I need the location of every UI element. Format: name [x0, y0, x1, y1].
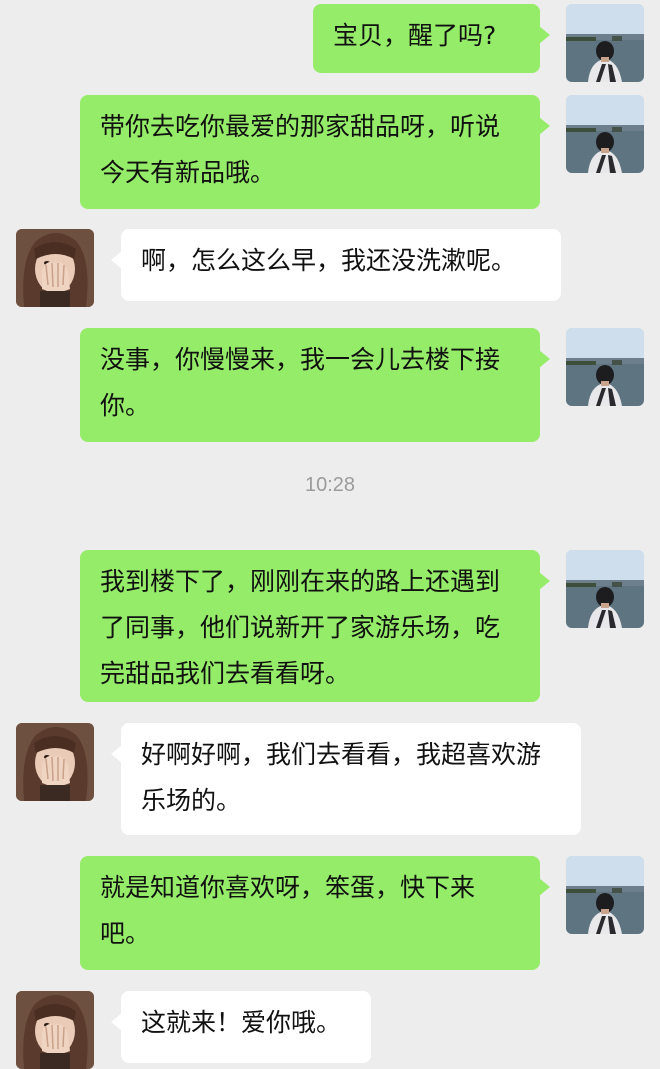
message-text: 没事，你慢慢来，我一会儿去楼下接你。 — [100, 345, 501, 420]
my-avatar-icon[interactable] — [566, 550, 644, 628]
her-avatar-icon[interactable] — [16, 991, 94, 1069]
message-bubble[interactable]: 好啊好啊，我们去看看，我超喜欢游乐场的。 — [111, 723, 581, 835]
message-text: 我到楼下了，刚刚在来的路上还遇到了同事，他们说新开了家游乐场，吃完甜品我们去看看… — [100, 567, 501, 688]
message-text: 就是知道你喜欢呀，笨蛋，快下来吧。 — [100, 873, 476, 948]
her-avatar-icon[interactable] — [16, 723, 94, 801]
chat-window: 宝贝，醒了吗? 带你去吃你最爱的那家甜品呀，听说今天有新品哦。 啊，怎么这么早，… — [0, 0, 660, 1069]
message-bubble[interactable]: 宝贝，醒了吗? — [313, 4, 550, 73]
message-bubble[interactable]: 就是知道你喜欢呀，笨蛋，快下来吧。 — [80, 856, 550, 970]
my-avatar-icon[interactable] — [566, 856, 644, 934]
her-avatar-icon[interactable] — [16, 229, 94, 307]
message-text: 这就来！爱你哦。 — [141, 1008, 342, 1037]
message-text: 啊，怎么这么早，我还没洗漱呢。 — [141, 246, 517, 275]
my-avatar-icon[interactable] — [566, 95, 644, 173]
my-avatar-icon[interactable] — [566, 328, 644, 406]
my-avatar-icon[interactable] — [566, 4, 644, 82]
message-bubble[interactable]: 这就来！爱你哦。 — [111, 991, 371, 1063]
message-text: 宝贝，醒了吗? — [333, 21, 497, 50]
message-bubble[interactable]: 带你去吃你最爱的那家甜品呀，听说今天有新品哦。 — [80, 95, 550, 209]
message-bubble[interactable]: 我到楼下了，刚刚在来的路上还遇到了同事，他们说新开了家游乐场，吃完甜品我们去看看… — [80, 550, 550, 702]
timestamp: 10:28 — [304, 474, 356, 496]
message-text: 带你去吃你最爱的那家甜品呀，听说今天有新品哦。 — [100, 112, 501, 187]
message-bubble[interactable]: 啊，怎么这么早，我还没洗漱呢。 — [111, 229, 561, 301]
message-bubble[interactable]: 没事，你慢慢来，我一会儿去楼下接你。 — [80, 328, 550, 442]
message-text: 好啊好啊，我们去看看，我超喜欢游乐场的。 — [141, 740, 542, 815]
